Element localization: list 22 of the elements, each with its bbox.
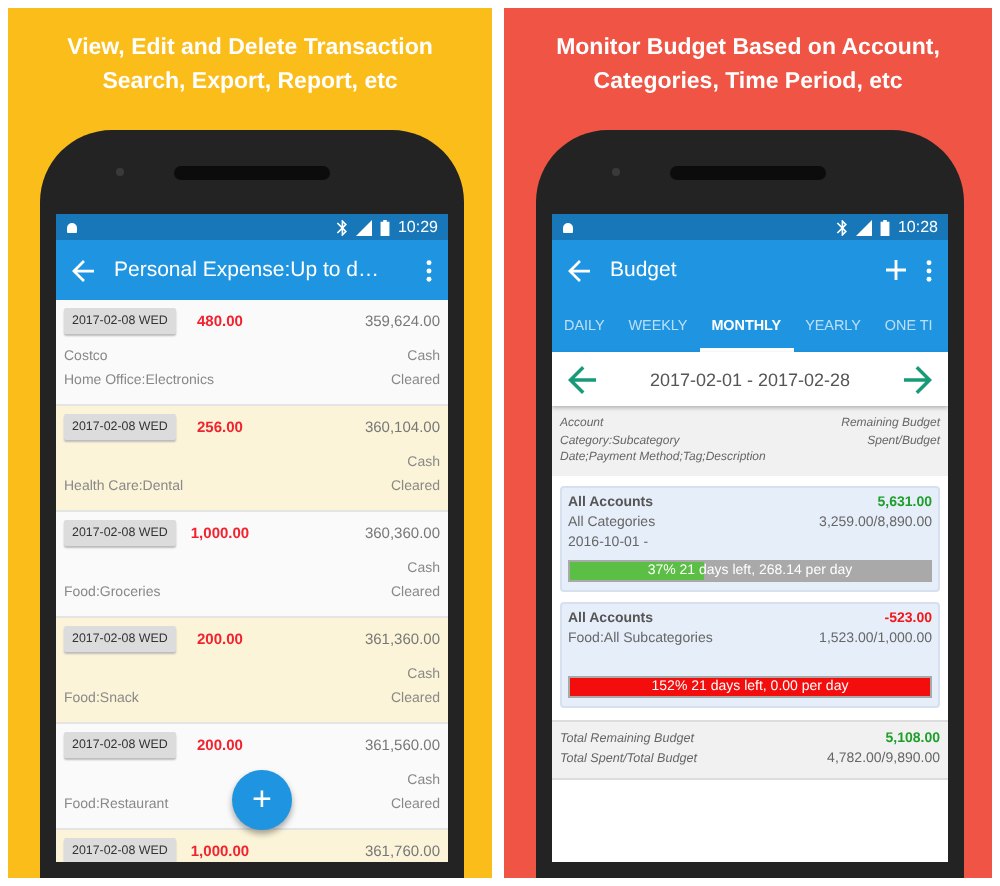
date-range: 2017-02-01 - 2017-02-28 [649, 369, 851, 389]
bluetooth-icon [835, 219, 848, 235]
battery-icon [379, 219, 390, 235]
back-arrow-icon[interactable] [568, 365, 596, 393]
app-bar-title: Budget [610, 258, 679, 282]
signal-icon [355, 219, 372, 235]
status-time: 10:29 [397, 218, 438, 236]
app-bar-title: Personal Expense:Up to d… [114, 258, 381, 282]
more-icon[interactable] [926, 259, 932, 281]
more-icon[interactable] [426, 259, 432, 281]
add-icon[interactable] [886, 260, 906, 280]
signal-icon [855, 219, 872, 235]
forward-arrow-icon[interactable] [903, 365, 932, 393]
notification-icon [562, 221, 574, 233]
battery-icon [879, 219, 890, 235]
headline: Monitor Budget Based on Account, Categories, Time Period, etc [554, 34, 942, 98]
bluetooth-icon [335, 219, 348, 235]
notification-icon [66, 221, 78, 233]
status-time: 10:28 [897, 218, 938, 236]
back-arrow-icon[interactable] [72, 259, 94, 281]
back-arrow-icon[interactable] [568, 259, 590, 281]
headline: View, Edit and Delete Transaction Search, Export, Report, etc [65, 34, 435, 98]
